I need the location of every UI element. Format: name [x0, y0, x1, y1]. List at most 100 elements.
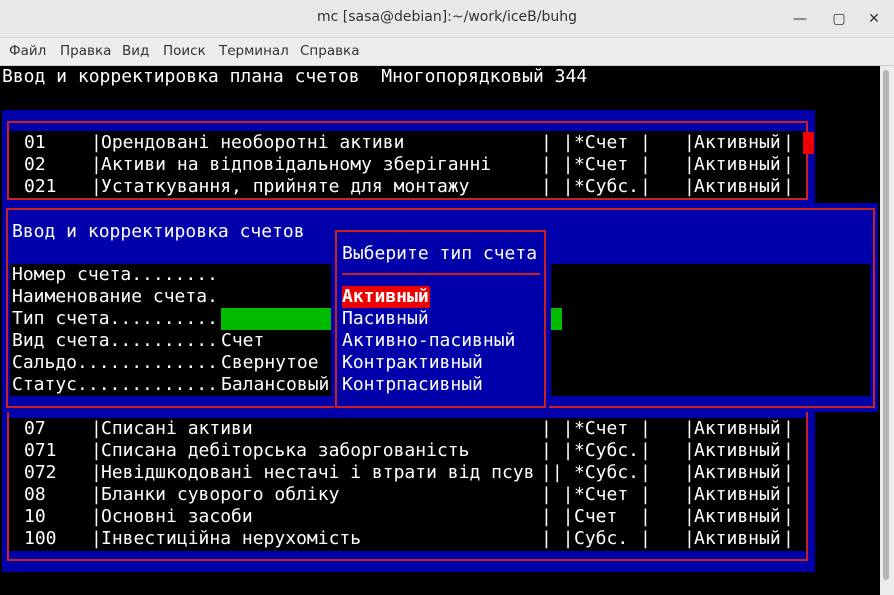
account-code: 01	[24, 132, 46, 153]
column-separator: |	[640, 528, 651, 549]
column-separator: |	[783, 484, 794, 505]
account-name: Списана дебіторська заборгованість	[101, 440, 470, 461]
account-code: 021	[24, 176, 57, 197]
account-code: 08	[24, 484, 46, 505]
account-name: Інвестиційна нерухомість	[101, 528, 362, 549]
column-separator: |	[783, 154, 794, 175]
account-kind: *Счет	[574, 418, 640, 439]
window-titlebar[interactable]: mc [sasa@debian]:~/work/iceB/buhg — ▢ ✕	[0, 0, 894, 38]
page-title: Ввод и корректировка плана счетов Многоп…	[2, 66, 588, 87]
account-name: Активи на відповідальному зберіганні	[101, 154, 492, 175]
account-type: Активный	[694, 440, 781, 461]
column-separator: | |	[541, 528, 574, 549]
menu-view[interactable]: Вид	[122, 43, 149, 59]
minimize-icon[interactable]: —	[790, 9, 810, 29]
column-separator: |	[640, 176, 651, 197]
account-type: Активный	[694, 418, 781, 439]
account-name: Орендовані необоротні активи	[101, 132, 405, 153]
account-code: 072	[24, 462, 57, 483]
menu-search[interactable]: Поиск	[163, 43, 206, 59]
account-code: 100	[24, 528, 57, 549]
column-separator: | |	[541, 484, 574, 505]
account-type: Активный	[694, 484, 781, 505]
field-name-label: Наименование счета.	[12, 286, 218, 307]
list-scroll-marker[interactable]	[803, 132, 814, 154]
account-code: 10	[24, 506, 46, 527]
account-name: Списані активи	[101, 418, 253, 439]
type-option-contra-passive[interactable]: Контрпасивный	[342, 374, 483, 396]
column-separator: |	[783, 418, 794, 439]
account-name: Основні засоби	[101, 506, 253, 527]
account-name: Устаткування, прийняте для монтажу	[101, 176, 470, 197]
dialog-title: Ввод и корректировка счетов	[12, 221, 305, 242]
column-separator: | |	[541, 418, 574, 439]
account-kind: *Счет	[574, 132, 640, 153]
account-code: 07	[24, 418, 46, 439]
close-icon[interactable]: ✕	[864, 9, 884, 29]
account-type: Активный	[694, 528, 781, 549]
type-option-active[interactable]: Активный	[342, 286, 429, 308]
column-separator: |	[783, 506, 794, 527]
type-option-contra-active[interactable]: Контрактивный	[342, 352, 483, 374]
form-fields-area-right	[551, 264, 870, 396]
column-separator: | |	[541, 440, 574, 461]
field-kind-label: Вид счета..........	[12, 330, 218, 351]
column-separator: |	[640, 462, 651, 483]
column-separator: | |	[541, 132, 574, 153]
account-type: Активный	[694, 176, 781, 197]
type-field-input-tail[interactable]	[551, 308, 562, 330]
account-type: Активный	[694, 506, 781, 527]
account-code: 02	[24, 154, 46, 175]
account-code: 071	[24, 440, 57, 461]
window-title: mc [sasa@debian]:~/work/iceB/buhg	[317, 9, 577, 25]
account-kind: *Субс.	[574, 176, 640, 197]
type-popup-divider	[342, 273, 540, 275]
account-kind: *Счет	[574, 154, 640, 175]
menu-terminal[interactable]: Терминал	[219, 43, 289, 59]
account-kind: *Счет	[574, 484, 640, 505]
account-type: Активный	[694, 154, 781, 175]
field-saldo-label: Сальдо.............	[12, 352, 218, 373]
terminal[interactable]: Ввод и корректировка плана счетов Многоп…	[0, 66, 880, 595]
field-number-label: Номер счета........	[12, 264, 218, 285]
column-separator: |	[783, 462, 794, 483]
type-field-input[interactable]	[221, 308, 331, 330]
account-type: Активный	[694, 132, 781, 153]
account-name: Невідшкодовані нестачі і втрати від псув	[101, 462, 535, 483]
account-type: Активный	[694, 462, 781, 483]
menu-bar: Файл Правка Вид Поиск Терминал Справка	[0, 38, 894, 66]
column-separator: |	[640, 506, 651, 527]
column-separator: |	[783, 176, 794, 197]
field-status-value[interactable]: Балансовый	[221, 374, 329, 396]
account-kind: *Субс.	[574, 462, 640, 483]
field-status-label: Статус.............	[12, 374, 218, 395]
field-type-label: Тип счета..........	[12, 308, 218, 329]
type-option-active-passive[interactable]: Активно-пасивный	[342, 330, 515, 352]
account-name: Бланки суворого обліку	[101, 484, 340, 505]
column-separator: |	[640, 154, 651, 175]
menu-help[interactable]: Справка	[300, 43, 359, 59]
column-separator: |	[783, 132, 794, 153]
column-separator: |	[640, 132, 651, 153]
field-kind-value[interactable]: Счет	[221, 330, 264, 352]
account-kind: Субс.	[574, 528, 640, 549]
maximize-icon[interactable]: ▢	[829, 9, 849, 29]
column-separator: | |	[541, 176, 574, 197]
column-separator: |	[640, 418, 651, 439]
column-separator: | |	[541, 506, 574, 527]
field-saldo-value[interactable]: Свернутое	[221, 352, 319, 374]
column-separator: | |	[541, 154, 574, 175]
column-separator: ||	[541, 462, 563, 483]
column-separator: |	[783, 440, 794, 461]
column-separator: |	[783, 528, 794, 549]
account-kind: Счет	[574, 506, 640, 527]
type-option-passive[interactable]: Пасивный	[342, 308, 429, 330]
menu-edit[interactable]: Правка	[60, 43, 111, 59]
column-separator: |	[640, 440, 651, 461]
terminal-scrollbar[interactable]	[880, 66, 894, 595]
scrollbar-thumb[interactable]	[883, 70, 889, 580]
column-separator: |	[640, 484, 651, 505]
account-kind: *Субс.	[574, 440, 640, 461]
menu-file[interactable]: Файл	[9, 43, 46, 59]
type-popup-title: Выберите тип счета	[342, 243, 538, 264]
